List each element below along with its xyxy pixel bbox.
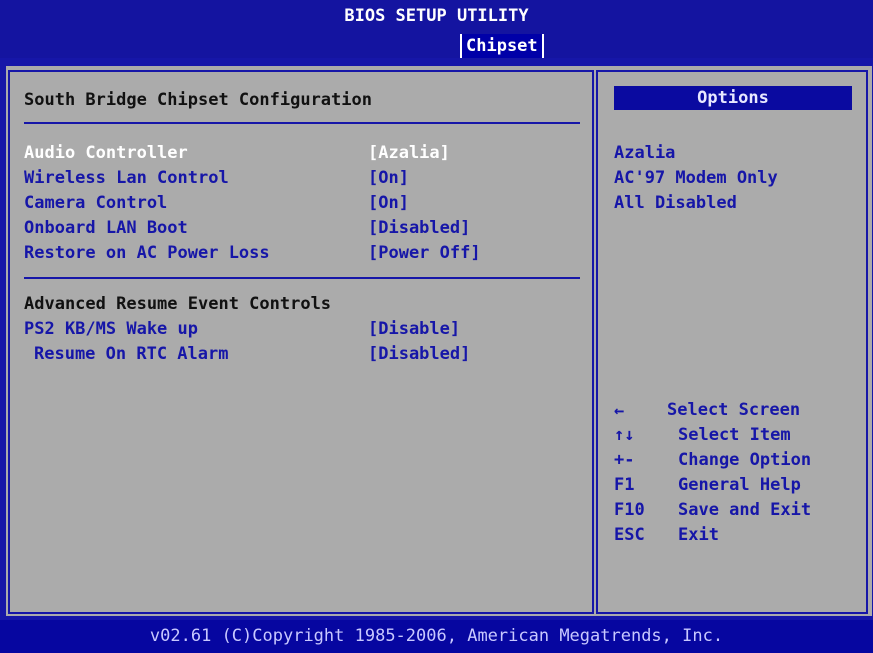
setting-ac-power-loss-label[interactable]: Restore on AC Power Loss bbox=[24, 243, 270, 263]
setting-camera-control-label[interactable]: Camera Control bbox=[24, 193, 167, 213]
help-change-option: Change Option bbox=[678, 450, 812, 470]
up-down-arrow-icon: ↑↓ bbox=[614, 425, 635, 445]
setting-ps2-wake-value[interactable]: [Disable] bbox=[368, 319, 460, 339]
setting-audio-controller-value[interactable]: [Azalia] bbox=[368, 143, 450, 163]
setting-ac-power-loss-value[interactable]: [Power Off] bbox=[368, 243, 481, 263]
divider bbox=[24, 277, 580, 279]
tab-row bbox=[0, 34, 873, 58]
help-key-f10: F10 bbox=[614, 500, 645, 520]
setting-wireless-lan-value[interactable]: [On] bbox=[368, 168, 409, 188]
setting-rtc-alarm-label[interactable]: Resume On RTC Alarm bbox=[34, 344, 228, 364]
option-ac97-modem-only[interactable]: AC'97 Modem Only bbox=[614, 168, 778, 188]
help-exit: Exit bbox=[678, 525, 719, 545]
help-key-plus-minus: +- bbox=[614, 450, 635, 470]
options-header: Options bbox=[614, 86, 852, 110]
setting-wireless-lan-label[interactable]: Wireless Lan Control bbox=[24, 168, 229, 188]
help-key-esc: ESC bbox=[614, 525, 645, 545]
option-azalia[interactable]: Azalia bbox=[614, 143, 675, 163]
option-all-disabled[interactable]: All Disabled bbox=[614, 193, 737, 213]
help-select-screen: Select Screen bbox=[667, 400, 801, 420]
setting-audio-controller-label[interactable]: Audio Controller bbox=[24, 143, 188, 163]
setting-ps2-wake-label[interactable]: PS2 KB/MS Wake up bbox=[24, 319, 198, 339]
resume-section-title: Advanced Resume Event Controls bbox=[24, 294, 332, 314]
copyright-text: v02.61 (C)Copyright 1985-2006, American … bbox=[149, 626, 724, 646]
tab-chipset[interactable]: Chipset bbox=[460, 34, 544, 58]
setting-rtc-alarm-value[interactable]: [Disabled] bbox=[368, 344, 470, 364]
help-select-item: Select Item bbox=[678, 425, 791, 445]
help-key-f1: F1 bbox=[614, 475, 635, 495]
setting-onboard-lan-boot-label[interactable]: Onboard LAN Boot bbox=[24, 218, 188, 238]
utility-title: BIOS SETUP UTILITY bbox=[344, 6, 529, 26]
divider bbox=[24, 122, 580, 124]
section-title: South Bridge Chipset Configuration bbox=[24, 90, 372, 110]
help-general-help: General Help bbox=[678, 475, 801, 495]
left-arrow-icon: ← bbox=[614, 401, 625, 421]
setting-camera-control-value[interactable]: [On] bbox=[368, 193, 409, 213]
help-save-and-exit: Save and Exit bbox=[678, 500, 812, 520]
setting-onboard-lan-boot-value[interactable]: [Disabled] bbox=[368, 218, 470, 238]
